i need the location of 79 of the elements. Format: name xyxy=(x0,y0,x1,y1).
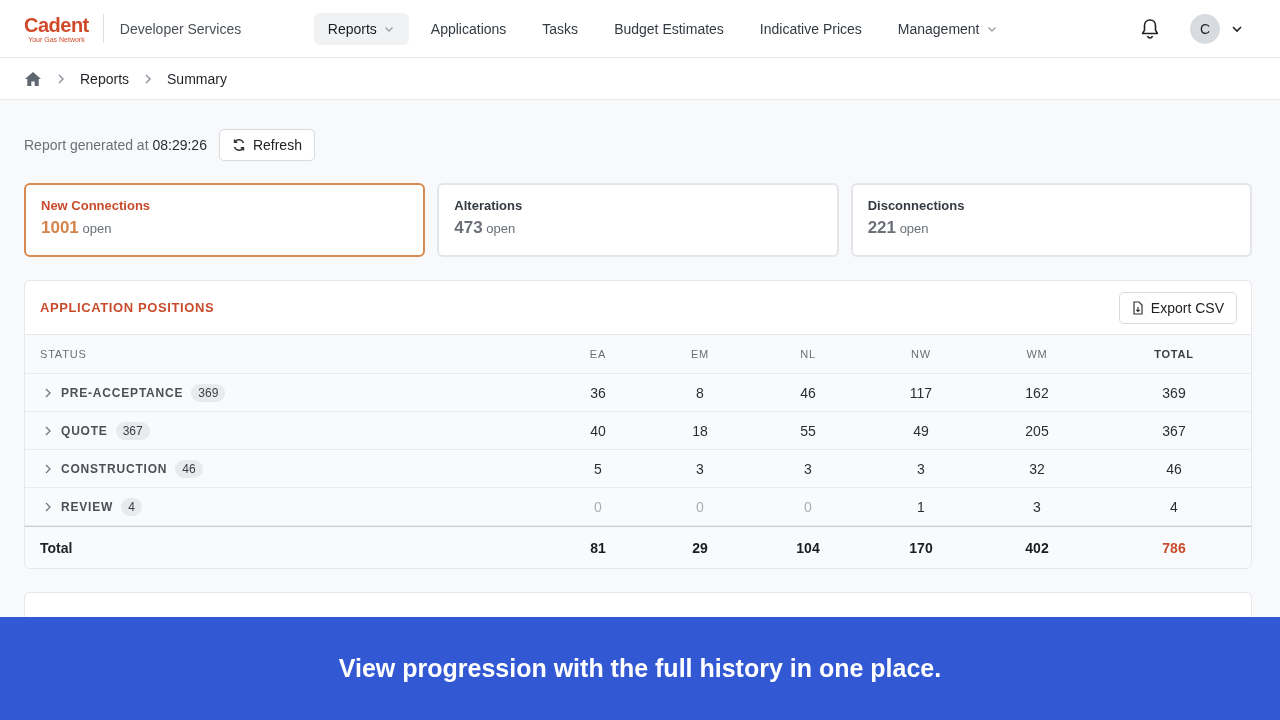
total-label: Total xyxy=(39,539,74,556)
open-count: 1001 open xyxy=(41,218,113,238)
status-label: QUOTE xyxy=(61,423,108,438)
table-cell-text: 162 xyxy=(1024,384,1050,401)
notification-bell-icon[interactable] xyxy=(1140,17,1160,40)
nav-tab[interactable]: Budget Estimates xyxy=(600,12,738,45)
open-count: 221 open xyxy=(867,218,930,238)
nav-tab[interactable]: Tasks xyxy=(528,12,593,45)
column-header: EA xyxy=(588,348,608,360)
table-cell-text: 104 xyxy=(795,539,821,556)
table-cell-text: 8 xyxy=(695,384,705,401)
product-name: Developer Services xyxy=(119,20,243,37)
section-title: APPLICATION POSITIONS xyxy=(40,300,215,315)
chevron-right-icon xyxy=(56,72,66,85)
table-cell-text: 4 xyxy=(1169,498,1179,515)
summary-card[interactable]: New Connections 1001 open xyxy=(24,183,426,257)
expand-chevron-icon[interactable] xyxy=(43,424,53,437)
table-cell-text: 367 xyxy=(1161,422,1187,439)
count-badge: 4 xyxy=(121,497,142,516)
column-header: TOTAL xyxy=(1153,348,1195,360)
count-badge: 367 xyxy=(115,421,150,440)
column-header: NL xyxy=(799,348,817,360)
expand-chevron-icon[interactable] xyxy=(43,462,53,475)
count-badge: 369 xyxy=(191,383,226,402)
column-header: NW xyxy=(910,348,932,360)
table-cell-text: 55 xyxy=(799,422,817,439)
table-cell-text: 0 xyxy=(803,498,813,515)
breadcrumb-link[interactable]: Summary xyxy=(167,70,227,87)
table-cell-text: 117 xyxy=(908,384,934,401)
table-cell-text: 0 xyxy=(695,498,705,515)
breadcrumb-link[interactable]: Reports xyxy=(80,70,130,87)
column-header: STATUS xyxy=(39,348,88,360)
status-label: PRE-ACCEPTANCE xyxy=(61,385,184,400)
table-cell-text: 18 xyxy=(691,422,709,439)
status-label: REVIEW xyxy=(61,499,114,514)
refresh-icon xyxy=(231,138,246,152)
file-download-icon xyxy=(1131,300,1144,315)
table-cell-text: 205 xyxy=(1024,422,1050,439)
count-badge: 46 xyxy=(175,459,203,478)
table-cell-text: 1 xyxy=(916,498,926,515)
table-cell-text: 29 xyxy=(691,539,709,556)
table-cell-text: 81 xyxy=(589,539,607,556)
expand-chevron-icon[interactable] xyxy=(43,386,53,399)
nav-tab[interactable]: Applications xyxy=(416,12,521,45)
table-cell-text: 36 xyxy=(589,384,607,401)
caption-text: View progression with the full history in one place. xyxy=(338,654,942,683)
nav-tab[interactable]: Indicative Prices xyxy=(745,12,876,45)
table-cell-text: 0 xyxy=(593,498,603,515)
table-cell-text: 3 xyxy=(695,460,705,477)
expand-chevron-icon[interactable] xyxy=(43,500,53,513)
column-header: EM xyxy=(689,348,711,360)
export-button[interactable]: Export CSV xyxy=(1118,291,1237,324)
table-cell-text: 786 xyxy=(1161,539,1187,556)
table-cell-text: 3 xyxy=(803,460,813,477)
status-label: CONSTRUCTION xyxy=(61,461,168,476)
card-title: New Connections xyxy=(41,198,152,213)
nav-tab[interactable]: Management xyxy=(883,12,1012,45)
table-cell-text: 170 xyxy=(908,539,934,556)
table-cell-text: 3 xyxy=(916,460,926,477)
column-header: WM xyxy=(1025,348,1049,360)
report-timestamp: Report generated at 08:29:26 xyxy=(24,137,207,153)
table-cell-text: 402 xyxy=(1024,539,1050,556)
nav-tab[interactable]: Reports xyxy=(313,12,409,45)
summary-card[interactable]: Alterations 473 open xyxy=(437,183,839,257)
home-icon[interactable] xyxy=(24,70,42,87)
refresh-button[interactable]: Refresh xyxy=(218,129,315,161)
table-cell-text: 49 xyxy=(912,422,930,439)
table-cell-text: 32 xyxy=(1028,460,1046,477)
table-cell-text: 46 xyxy=(1165,460,1183,477)
table-cell-text: 5 xyxy=(593,460,603,477)
card-title: Alterations xyxy=(454,198,524,213)
table-cell-text: 46 xyxy=(799,384,817,401)
table-cell-text: 40 xyxy=(589,422,607,439)
user-avatar[interactable]: C xyxy=(1190,13,1220,44)
summary-card[interactable]: Disconnections 221 open xyxy=(850,183,1252,257)
table-cell-text: 3 xyxy=(1032,498,1042,515)
open-count: 473 open xyxy=(454,218,517,238)
card-title: Disconnections xyxy=(867,198,966,213)
table-cell-text: 369 xyxy=(1161,384,1187,401)
